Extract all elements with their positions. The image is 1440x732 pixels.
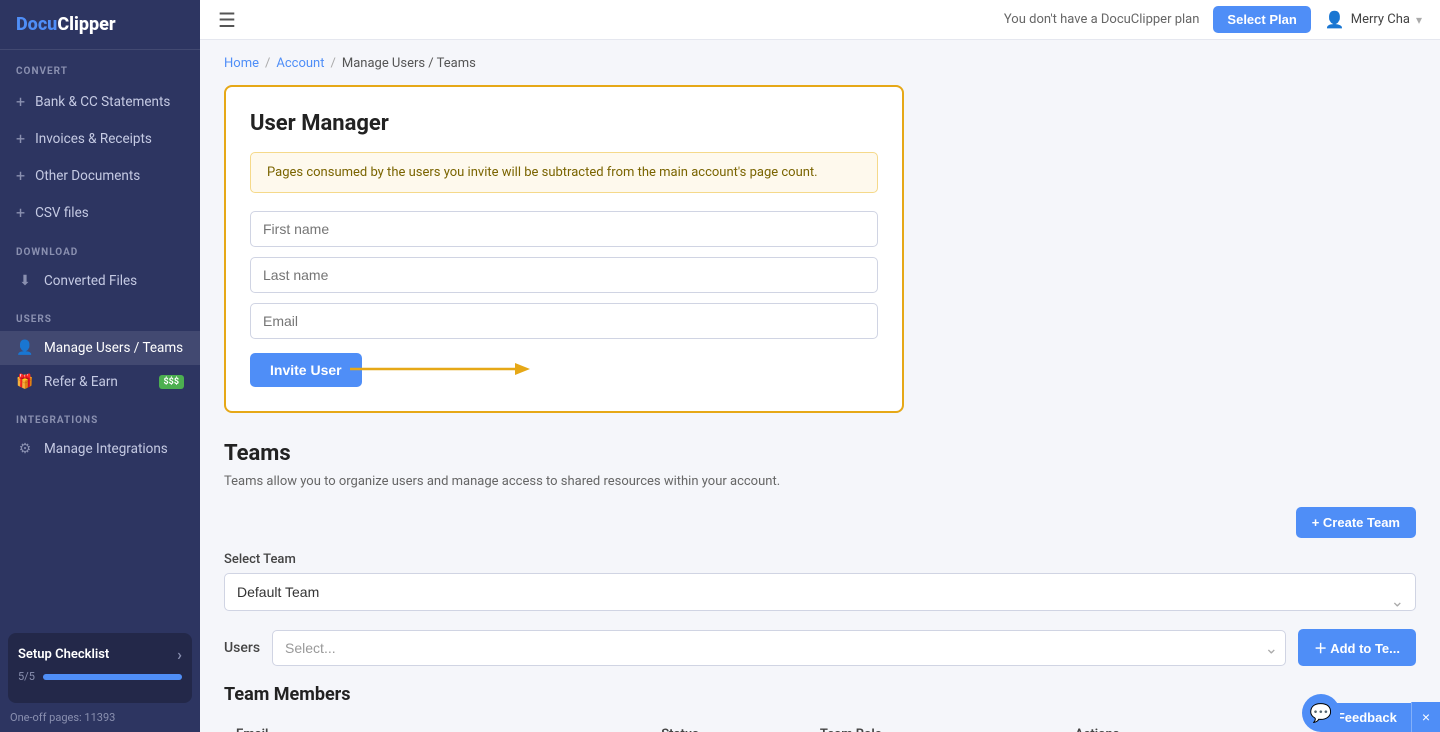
users-select-wrapper: Select... ⌄ — [272, 630, 1286, 666]
sidebar-item-refer-earn[interactable]: 🎁 Refer & Earn $$$ — [0, 365, 200, 399]
users-select[interactable]: Select... — [272, 630, 1286, 666]
team-members-title: Team Members — [224, 684, 1416, 705]
no-plan-text: You don't have a DocuClipper plan — [1004, 12, 1200, 27]
email-input[interactable] — [250, 303, 878, 339]
feedback-close-button[interactable]: × — [1411, 702, 1440, 732]
sidebar-item-manage-users-teams[interactable]: 👤 Manage Users / Teams — [0, 331, 200, 365]
col-role: Team Role — [808, 717, 1063, 732]
progress-row: 5/5 — [18, 670, 182, 683]
add-to-team-button[interactable]: ＋ Add to Te... — [1298, 629, 1416, 666]
gear-icon: ⚙ — [16, 441, 34, 457]
feedback-bar: Feedback × — [1323, 702, 1440, 732]
breadcrumb: Home / Account / Manage Users / Teams — [224, 56, 1416, 71]
main-content: Home / Account / Manage Users / Teams Us… — [200, 40, 1440, 732]
sidebar-item-csv-files[interactable]: + CSV files — [0, 194, 200, 231]
topbar-right: You don't have a DocuClipper plan Select… — [1004, 6, 1422, 33]
teams-title: Teams — [224, 441, 1416, 466]
topbar: ☰ You don't have a DocuClipper plan Sele… — [200, 0, 1440, 40]
users-row: Users Select... ⌄ ＋ Add to Te... — [224, 629, 1416, 666]
logo-text: DocuClipper — [16, 14, 116, 35]
users-section-label: USERS — [0, 298, 200, 331]
chevron-down-icon: ▾ — [1416, 13, 1422, 27]
col-status: Status — [649, 717, 808, 732]
progress-bar-bg — [43, 674, 182, 680]
teams-header: + Create Team — [224, 507, 1416, 538]
plus-icon: + — [16, 166, 25, 185]
sidebar: DocuClipper CONVERT + Bank & CC Statemen… — [0, 0, 200, 732]
logo-area: DocuClipper — [0, 0, 200, 50]
plus-icon: + — [16, 92, 25, 111]
select-plan-button[interactable]: Select Plan — [1213, 6, 1310, 33]
topbar-left: ☰ — [218, 8, 236, 32]
account-icon: 👤 — [1325, 10, 1345, 29]
download-section-label: DOWNLOAD — [0, 231, 200, 264]
download-icon: ⬇ — [16, 273, 34, 289]
select-team-label: Select Team — [224, 552, 1416, 567]
sidebar-item-other-documents[interactable]: + Other Documents — [0, 157, 200, 194]
user-manager-card: User Manager Pages consumed by the users… — [224, 85, 904, 413]
user-icon: 👤 — [16, 340, 34, 356]
integrations-section-label: INTEGRATIONS — [0, 399, 200, 432]
refer-badge: $$$ — [159, 375, 185, 389]
first-name-input[interactable] — [250, 211, 878, 247]
info-banner: Pages consumed by the users you invite w… — [250, 152, 878, 193]
sidebar-item-invoices-receipts[interactable]: + Invoices & Receipts — [0, 120, 200, 157]
chat-button[interactable]: 💬 — [1302, 694, 1340, 732]
users-label: Users — [224, 640, 260, 656]
sidebar-item-converted-files[interactable]: ⬇ Converted Files — [0, 264, 200, 298]
breadcrumb-account[interactable]: Account — [276, 56, 324, 71]
plus-icon: + — [16, 203, 25, 222]
team-select-wrapper: Default Team — [224, 573, 1416, 629]
one-off-pages: One-off pages: 11393 — [0, 711, 200, 732]
setup-checklist-panel: Setup Checklist › 5/5 — [8, 633, 192, 703]
setup-title: Setup Checklist › — [18, 645, 182, 664]
breadcrumb-current: Manage Users / Teams — [342, 56, 476, 71]
breadcrumb-home[interactable]: Home — [224, 56, 259, 71]
plus-icon: + — [16, 129, 25, 148]
hamburger-icon[interactable]: ☰ — [218, 8, 236, 32]
convert-section-label: CONVERT — [0, 50, 200, 83]
last-name-input[interactable] — [250, 257, 878, 293]
create-team-button[interactable]: + Create Team — [1296, 507, 1416, 538]
user-manager-title: User Manager — [250, 111, 878, 136]
user-area[interactable]: 👤 Merry Cha ▾ — [1325, 10, 1422, 29]
user-name: Merry Cha — [1351, 12, 1410, 27]
col-email: Email — [224, 717, 649, 732]
members-table: Email Status Team Role Actions merry@doc… — [224, 717, 1416, 732]
arrow-annotation — [340, 349, 540, 389]
setup-chevron-icon[interactable]: › — [177, 645, 182, 664]
sidebar-item-bank-statements[interactable]: + Bank & CC Statements — [0, 83, 200, 120]
sidebar-item-manage-integrations[interactable]: ⚙ Manage Integrations — [0, 432, 200, 466]
progress-bar-fill — [43, 674, 182, 680]
teams-section: Teams Teams allow you to organize users … — [224, 441, 1416, 732]
chat-icon: 💬 — [1310, 703, 1332, 724]
team-select[interactable]: Default Team — [224, 573, 1416, 611]
gift-icon: 🎁 — [16, 374, 34, 390]
teams-description: Teams allow you to organize users and ma… — [224, 474, 1416, 489]
